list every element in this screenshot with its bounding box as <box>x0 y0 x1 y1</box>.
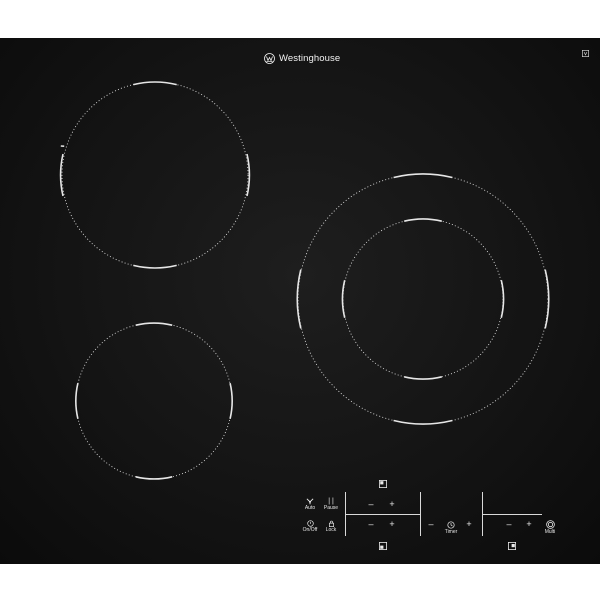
right-zone-minus-button[interactable]: – <box>504 519 514 529</box>
control-divider-right-horizontal <box>482 514 542 515</box>
front-left-minus-button[interactable]: – <box>366 519 376 529</box>
control-divider-mid-left <box>420 492 421 536</box>
auto-button[interactable]: Auto <box>301 494 319 514</box>
zone-indicator-icon-right <box>508 542 516 550</box>
multi-icon <box>545 519 555 529</box>
on-off-label: On/Off <box>302 526 318 533</box>
front-left-plus-button[interactable]: + <box>387 519 397 529</box>
timer-minus-button[interactable]: – <box>426 519 436 529</box>
zone-indicator-icon-rear-left <box>379 480 387 488</box>
pause-icon: | | <box>328 497 334 505</box>
auto-icon <box>306 497 314 504</box>
cooking-zone-rear-left[interactable] <box>59 81 251 269</box>
pause-label: Pause <box>323 504 339 511</box>
on-off-button[interactable]: On/Off <box>301 516 319 536</box>
cooking-zone-right-dual[interactable] <box>296 173 550 425</box>
timer-label: Timer <box>444 529 458 535</box>
auto-label: Auto <box>304 504 316 511</box>
zone-indicator-icon-front-left <box>379 542 387 550</box>
timer-icon <box>447 521 455 529</box>
lock-button[interactable]: Lock <box>322 516 340 536</box>
cooking-zones <box>59 81 550 480</box>
lock-label: Lock <box>325 526 337 533</box>
right-zone-plus-button[interactable]: + <box>524 519 534 529</box>
multi-button[interactable]: Multi <box>540 516 560 538</box>
power-icon <box>306 519 314 527</box>
multi-label: Multi <box>544 528 556 535</box>
control-divider-left-horizontal <box>345 514 421 515</box>
rear-left-minus-button[interactable]: – <box>366 499 376 509</box>
rear-left-plus-button[interactable]: + <box>387 499 397 509</box>
timer-plus-button[interactable]: + <box>464 519 474 529</box>
cooking-zone-front-left[interactable] <box>75 322 233 480</box>
timer-button[interactable]: Timer <box>441 517 461 539</box>
lock-icon <box>328 520 334 527</box>
pause-button[interactable]: | | Pause <box>322 494 340 514</box>
